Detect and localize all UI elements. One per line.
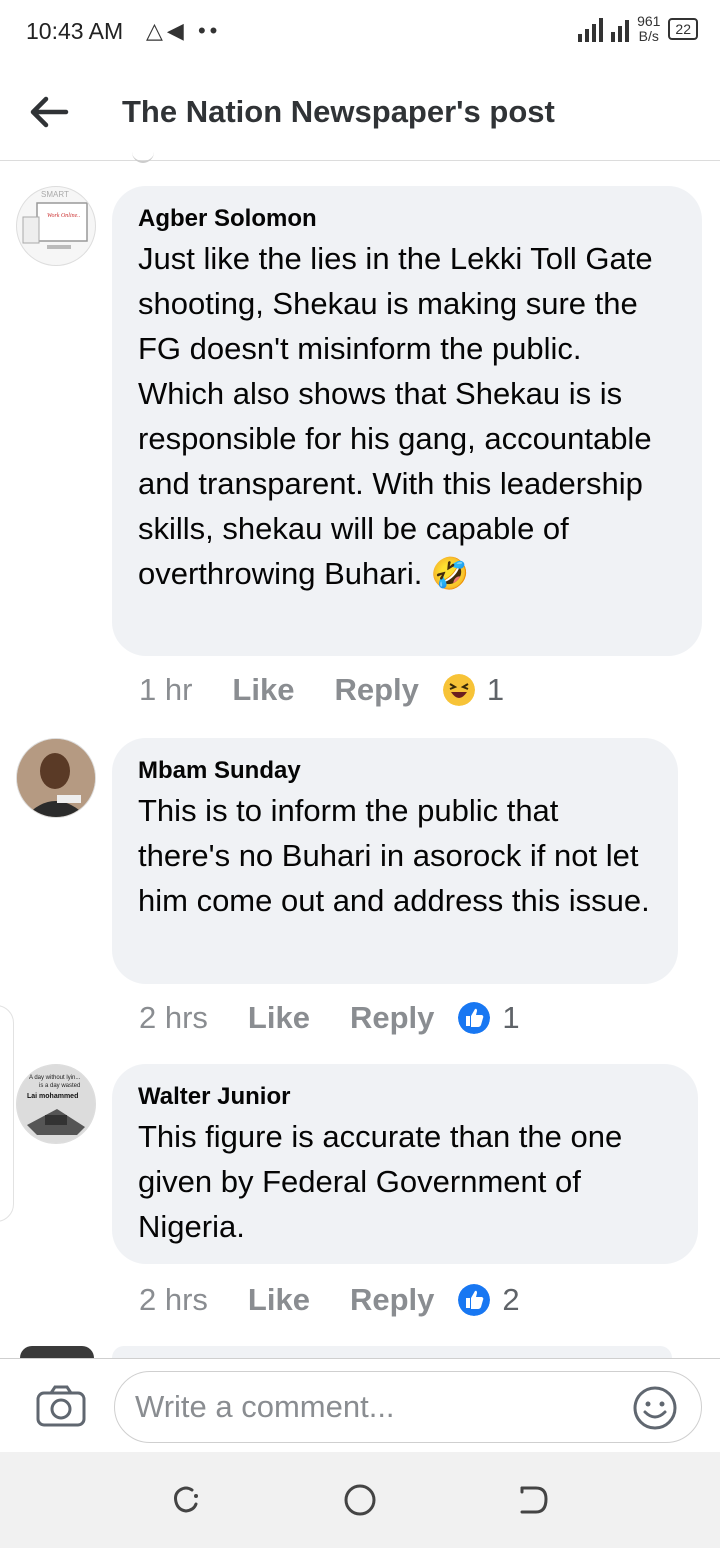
edge-panel-handle[interactable] bbox=[0, 1005, 14, 1222]
avatar-person-image bbox=[17, 739, 95, 817]
comment-actions: 1 hr Like Reply 1 bbox=[139, 672, 504, 708]
comment-bubble[interactable]: Mbam Sunday This is to inform the public… bbox=[112, 738, 678, 984]
comment-actions: 2 hrs Like Reply 1 bbox=[139, 1000, 520, 1036]
comment-bubble[interactable]: Agber Solomon Just like the lies in the … bbox=[112, 186, 702, 656]
svg-text:Work Online..: Work Online.. bbox=[47, 213, 80, 219]
status-time: 10:43 AM bbox=[26, 18, 124, 44]
camera-icon[interactable] bbox=[36, 1385, 86, 1427]
status-bar: 10:43 AM △◀ •• 961 B/s 22 bbox=[0, 0, 720, 66]
avatar[interactable]: A day without lyin... is a day wasted La… bbox=[16, 1064, 96, 1144]
thumbs-up-icon bbox=[458, 1002, 491, 1034]
battery-icon: 22 bbox=[668, 18, 698, 40]
comment-actions: 2 hrs Like Reply 2 bbox=[139, 1282, 520, 1318]
svg-text:Lai mohammed: Lai mohammed bbox=[27, 1093, 78, 1100]
status-right: 961 B/s 22 bbox=[578, 14, 698, 44]
like-button[interactable]: Like bbox=[248, 1000, 310, 1036]
scroll-indicator bbox=[132, 151, 154, 163]
avatar[interactable]: SMART Work Online.. bbox=[16, 186, 96, 266]
avatar-smart-image: SMART Work Online.. bbox=[22, 190, 88, 249]
app-header: The Nation Newspaper's post bbox=[0, 66, 720, 161]
svg-text:is a day wasted: is a day wasted bbox=[39, 1083, 80, 1089]
home-icon[interactable] bbox=[342, 1482, 378, 1518]
thumbs-up-icon bbox=[458, 1284, 491, 1316]
comment-author[interactable]: Walter Junior bbox=[138, 1082, 672, 1112]
reaction-summary[interactable]: 1 bbox=[458, 1000, 520, 1036]
system-nav-bar bbox=[0, 1452, 720, 1548]
avatar-quote-image: A day without lyin... is a day wasted La… bbox=[17, 1065, 95, 1143]
comment-text: This figure is accurate than the one giv… bbox=[138, 1119, 623, 1244]
comment-composer: Write a comment... bbox=[0, 1358, 720, 1453]
reaction-count: 1 bbox=[502, 1000, 520, 1035]
comment-time[interactable]: 2 hrs bbox=[139, 1000, 208, 1036]
comment-time[interactable]: 1 hr bbox=[139, 672, 192, 708]
laugh-icon bbox=[442, 674, 475, 706]
like-button[interactable]: Like bbox=[248, 1282, 310, 1318]
page-title: The Nation Newspaper's post bbox=[122, 94, 555, 129]
reply-button[interactable]: Reply bbox=[350, 1000, 434, 1036]
reaction-summary[interactable]: 1 bbox=[442, 672, 505, 708]
emoji-icon[interactable] bbox=[632, 1385, 678, 1431]
reply-button[interactable]: Reply bbox=[350, 1282, 434, 1318]
comment-bubble bbox=[112, 1346, 672, 1358]
avatar[interactable] bbox=[16, 738, 96, 818]
svg-text:SMART: SMART bbox=[41, 190, 69, 199]
reaction-count: 2 bbox=[502, 1282, 520, 1317]
recent-apps-icon[interactable] bbox=[168, 1482, 204, 1518]
comment-time[interactable]: 2 hrs bbox=[139, 1282, 208, 1318]
reply-button[interactable]: Reply bbox=[334, 672, 418, 708]
comment-text: This is to inform the public that there'… bbox=[138, 793, 650, 918]
notification-icons: △◀ •• bbox=[146, 18, 222, 43]
back-arrow-icon[interactable] bbox=[26, 90, 70, 134]
svg-text:A day without lyin...: A day without lyin... bbox=[29, 1075, 81, 1081]
avatar bbox=[20, 1346, 94, 1358]
back-nav-icon[interactable] bbox=[516, 1482, 552, 1518]
net-speed: 961 B/s bbox=[637, 13, 661, 44]
comment-author[interactable]: Mbam Sunday bbox=[138, 756, 652, 786]
like-button[interactable]: Like bbox=[232, 672, 294, 708]
signal-icon bbox=[578, 16, 604, 42]
comment-text: Just like the lies in the Lekki Toll Gat… bbox=[138, 241, 653, 591]
comment-bubble[interactable]: Walter Junior This figure is accurate th… bbox=[112, 1064, 698, 1264]
signal-icon-2 bbox=[611, 16, 630, 42]
comment-input[interactable]: Write a comment... bbox=[114, 1371, 702, 1443]
comment-author[interactable]: Agber Solomon bbox=[138, 204, 676, 234]
reaction-count: 1 bbox=[486, 672, 505, 707]
reaction-summary[interactable]: 2 bbox=[458, 1282, 520, 1318]
